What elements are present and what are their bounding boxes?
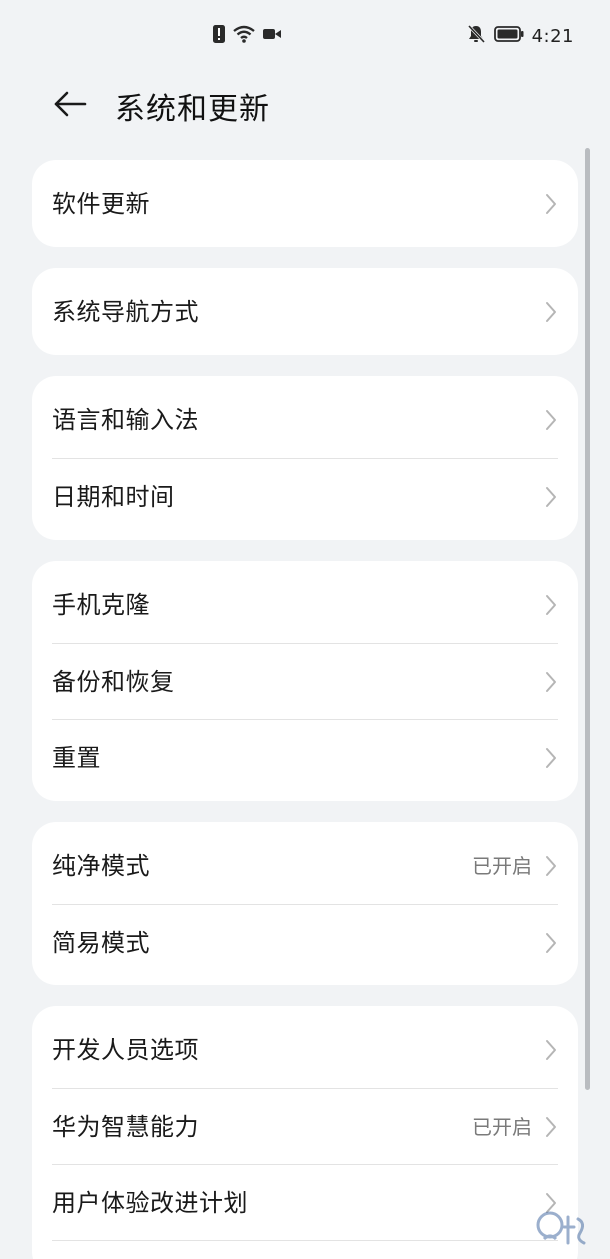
row-label: 语言和输入法 — [52, 406, 199, 434]
row-label: 手机克隆 — [52, 591, 150, 619]
chevron-right-icon — [546, 748, 556, 768]
video-record-icon — [262, 26, 282, 46]
row-developer-options[interactable]: 开发人员选项 — [32, 1012, 578, 1088]
row-language-input[interactable]: 语言和输入法 — [32, 382, 578, 458]
row-label: 软件更新 — [52, 190, 150, 218]
row-simple-mode[interactable]: 简易模式 — [32, 905, 578, 981]
row-label: 华为智慧能力 — [52, 1113, 199, 1141]
chevron-right-icon — [546, 194, 556, 214]
row-pure-mode[interactable]: 纯净模式 已开启 — [32, 828, 578, 904]
app-header: 系统和更新 — [0, 78, 610, 134]
group-card-2: 系统导航方式 — [32, 268, 578, 355]
row-label: 重置 — [52, 744, 101, 772]
row-label: 开发人员选项 — [52, 1036, 199, 1064]
alert-icon — [212, 24, 226, 48]
scrollbar[interactable] — [585, 148, 590, 1090]
row-huawei-intelligence[interactable]: 华为智慧能力 已开启 — [32, 1089, 578, 1165]
bell-muted-icon — [466, 24, 486, 48]
group-card-5: 纯净模式 已开启 简易模式 — [32, 822, 578, 985]
row-phone-clone[interactable]: 手机克隆 — [32, 567, 578, 643]
row-label: 简易模式 — [52, 929, 150, 957]
row-label: 纯净模式 — [52, 852, 150, 880]
chevron-right-icon — [546, 595, 556, 615]
status-right-icons: 4:21 — [466, 24, 574, 48]
chevron-right-icon — [546, 856, 556, 876]
row-date-time[interactable]: 日期和时间 — [32, 459, 578, 535]
settings-page: 4:21 系统和更新 软件更新 系统导航方式 语言和输入法 日期和时间 手机克隆… — [0, 0, 610, 1259]
divider — [52, 1240, 558, 1241]
group-card-1: 软件更新 — [32, 160, 578, 247]
status-center-icons — [212, 24, 282, 48]
row-label: 日期和时间 — [52, 483, 175, 511]
battery-icon — [493, 25, 524, 47]
row-label: 用户体验改进计划 — [52, 1189, 248, 1217]
chevron-right-icon — [546, 487, 556, 507]
row-user-experience-program[interactable]: 用户体验改进计划 — [32, 1165, 578, 1241]
wifi-icon — [232, 24, 256, 48]
status-bar: 4:21 — [0, 0, 610, 70]
chevron-right-icon — [546, 1040, 556, 1060]
row-software-update[interactable]: 软件更新 — [32, 166, 578, 242]
chevron-right-icon — [546, 1117, 556, 1137]
status-value: 已开启 — [472, 854, 532, 878]
row-label: 系统导航方式 — [52, 298, 199, 326]
chevron-right-icon — [546, 302, 556, 322]
row-backup-restore[interactable]: 备份和恢复 — [32, 644, 578, 720]
chevron-right-icon — [546, 933, 556, 953]
row-navigation-mode[interactable]: 系统导航方式 — [32, 274, 578, 350]
status-time: 4:21 — [531, 25, 574, 47]
chevron-right-icon — [546, 672, 556, 692]
status-value: 已开启 — [472, 1115, 532, 1139]
group-card-3: 语言和输入法 日期和时间 — [32, 376, 578, 540]
row-reset[interactable]: 重置 — [32, 720, 578, 796]
page-title: 系统和更新 — [115, 92, 270, 127]
group-card-6: 开发人员选项 华为智慧能力 已开启 用户体验改进计划 — [32, 1006, 578, 1259]
row-label: 备份和恢复 — [52, 668, 175, 696]
group-card-4: 手机克隆 备份和恢复 重置 — [32, 561, 578, 801]
chevron-right-icon — [546, 410, 556, 430]
watermark-logo — [534, 1199, 604, 1255]
arrow-left-icon — [53, 90, 87, 122]
back-button[interactable] — [50, 86, 90, 126]
